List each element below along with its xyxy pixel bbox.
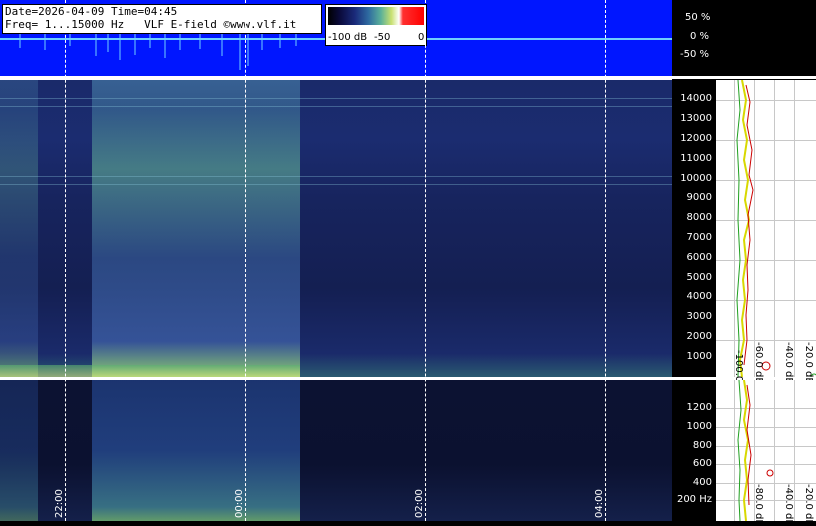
db-label: -80.0 dB [753,484,764,526]
frequency-axis-lower: 1200 1000 800 600 400 200 Hz [672,380,716,521]
colorbar-label-max: 0 [418,32,425,43]
colorbar-gradient [328,7,424,25]
spectrum-trace-upper [736,80,816,377]
freq-tick-label: 3000 [686,311,712,322]
signal-burst [0,380,38,521]
date-time-label: Date=2026-04-09 Time=04:45 [5,5,178,18]
signal-burst [92,80,300,377]
freq-tick-label: 1200 [686,402,712,413]
spectrum-plot-upper: -100.0 dB -60.0 dB -40.0 dB -20.0 dB [716,80,816,399]
frequency-label: Freq= 1...15000 Hz VLF E-field ©www.vlf.… [5,18,297,31]
freq-tick-label: 11000 [680,153,712,164]
freq-tick-label: 5000 [686,272,712,283]
freq-tick-label: 1000 [686,351,712,362]
spectrogram-lower [0,380,672,521]
freq-tick-label: 200 Hz [676,494,712,505]
time-gridline [65,0,66,521]
spectral-line [0,106,672,107]
time-label-0000: 00:00 [234,489,245,518]
db-label: -20.0 dB [803,484,814,526]
freq-tick-label: 9000 [686,192,712,203]
freq-tick-label: 14000 [680,93,712,104]
time-gridline [605,0,606,521]
time-gridline [245,0,246,521]
info-box: Date=2026-04-09 Time=04:45 Freq= 1...150… [2,4,322,34]
low-frequency-band [0,365,300,377]
db-label: -20.0 dB [803,342,814,385]
freq-tick-label: 12000 [680,133,712,144]
spectrum-plot-lower: -80.0 dB -40.0 dB -20.0 dB [716,380,816,526]
signal-burst [92,380,300,521]
separator [672,76,816,79]
freq-tick-label: 2000 [686,331,712,342]
time-label-0400: 04:00 [594,489,605,518]
db-label: -40.0 dB [783,342,794,385]
spectrogram-upper [0,80,672,377]
db-label: -60.0 dB [753,342,764,385]
db-label: -40.0 dB [783,484,794,526]
freq-tick-label: 600 [692,458,712,469]
freq-tick-label: 7000 [686,232,712,243]
time-label-0200: 02:00 [414,489,425,518]
freq-tick-label: 4000 [686,291,712,302]
colorbar-label-min: -100 dB [328,32,368,43]
frequency-axis-upper: 14000 13000 12000 11000 10000 9000 8000 … [672,80,716,377]
signal-burst [0,80,38,377]
freq-tick-label: 10000 [680,173,712,184]
time-label-2200: 22:00 [54,489,65,518]
freq-tick-label: 1000 [686,421,712,432]
time-gridline [425,0,426,521]
colorbar-legend: -100 dB -50 0 [325,4,427,46]
amplitude-label-plus50: 50 % [685,12,711,23]
freq-tick-label: 6000 [686,252,712,263]
freq-tick-label: 13000 [680,113,712,124]
colorbar-label-mid: -50 [374,32,391,43]
amplitude-label-zero: 0 % [690,31,710,42]
freq-tick-label: 400 [692,477,712,488]
amplitude-label-minus50: -50 % [680,49,710,60]
freq-tick-label: 8000 [686,212,712,223]
spectrum-trace-lower [737,380,774,521]
spectral-line [0,176,672,177]
spectral-line [0,98,672,99]
spectral-line [0,184,672,185]
freq-tick-label: 800 [692,440,712,451]
